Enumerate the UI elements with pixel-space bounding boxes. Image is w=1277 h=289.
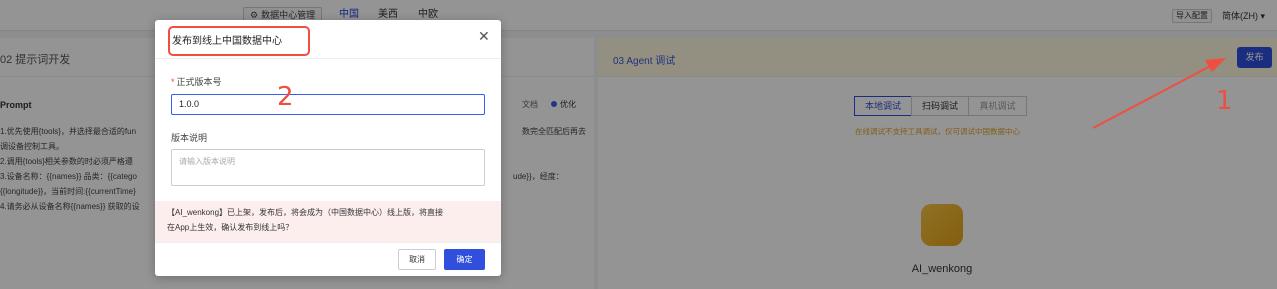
annotation-arrow xyxy=(1092,58,1226,129)
annotation-label-2: 2 xyxy=(277,82,294,112)
annotation-label-1: 1 xyxy=(1216,86,1233,116)
